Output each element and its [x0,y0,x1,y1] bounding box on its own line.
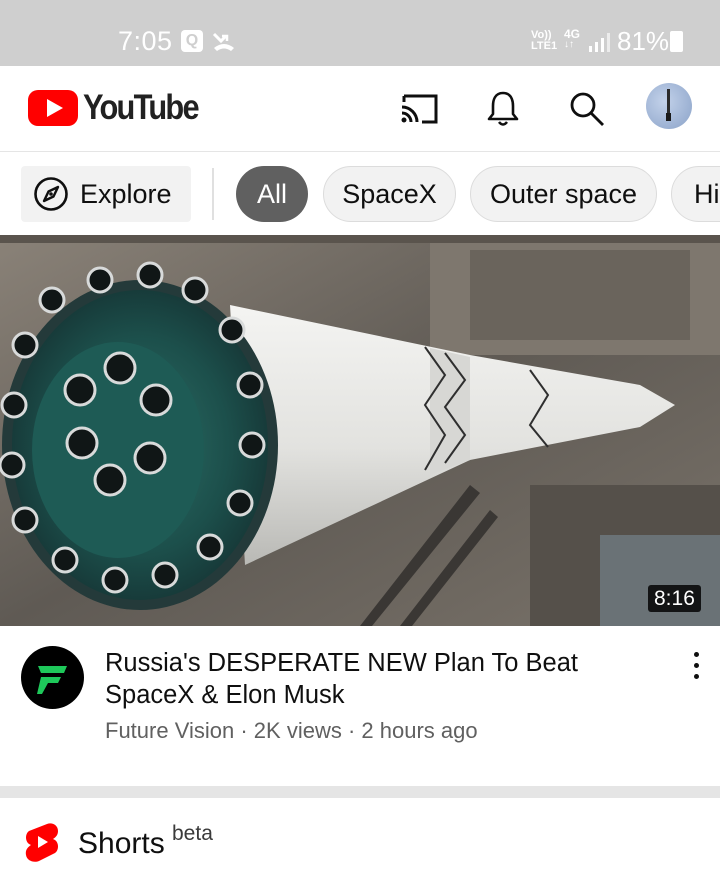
video-subtitle: Future Vision · 2K views · 2 hours ago [105,718,478,744]
shorts-section-header: Shorts beta [0,798,720,886]
account-avatar-image [666,89,671,121]
search-button[interactable] [562,84,612,134]
more-dot [694,652,699,657]
video-thumbnail[interactable] [0,235,720,626]
youtube-logo[interactable]: YouTube [28,88,214,128]
meta-separator: · [347,718,356,743]
explore-label: Explore [80,178,172,209]
search-icon [570,92,604,126]
cast-button[interactable] [395,84,445,134]
more-dot [694,663,699,668]
volte-indicator: Vo)) LTE1 [531,30,557,52]
chips-divider [212,168,214,220]
shorts-beta-badge: beta [172,822,213,845]
shorts-title: Shorts [78,827,165,860]
video-meta: Russia's DESPERATE NEW Plan To Beat Spac… [0,626,720,786]
channel-name[interactable]: Future Vision [105,718,234,743]
upload-age: 2 hours ago [361,718,478,743]
missed-call-icon [212,32,234,51]
notifications-button[interactable] [478,84,528,134]
video-duration-badge: 8:16 [648,585,701,612]
meta-separator: · [240,718,248,743]
section-separator [0,786,720,798]
app-header: YouTube [0,66,720,152]
more-options-button[interactable] [681,648,711,684]
battery-percent: 81% [617,26,670,56]
channel-avatar[interactable] [21,646,84,709]
status-bar: 7:05 Q Vo)) LTE1 4G ↓↑ 81% [0,0,720,66]
cast-icon [401,94,438,124]
chip-spacex[interactable]: SpaceX [323,166,456,222]
filter-chips-bar: Explore All SpaceX Outer space Hi [0,152,720,234]
youtube-play-icon [28,90,78,126]
more-dot [694,674,699,679]
volte-bottom-label: LTE1 [531,40,558,52]
shorts-icon [25,823,58,862]
network-type: 4G ↓↑ [564,28,580,50]
battery-icon [670,31,683,52]
rocket-thumbnail-image [0,235,720,626]
status-time: 7:05 [118,26,173,56]
chip-hi[interactable]: Hi [671,166,720,222]
bell-icon [487,91,519,126]
chip-all[interactable]: All [236,166,308,222]
compass-icon [34,177,68,211]
future-vision-logo-icon [37,666,67,694]
explore-button[interactable]: Explore [21,166,191,222]
account-avatar[interactable] [646,83,692,129]
notification-q-icon: Q [181,30,203,52]
data-arrows-icon: ↓↑ [564,39,574,50]
youtube-logo-text: YouTube [83,88,200,127]
video-title[interactable]: Russia's DESPERATE NEW Plan To Beat Spac… [105,647,665,711]
signal-icon [589,33,610,52]
view-count: 2K views [253,718,342,743]
chip-outer-space[interactable]: Outer space [470,166,657,222]
